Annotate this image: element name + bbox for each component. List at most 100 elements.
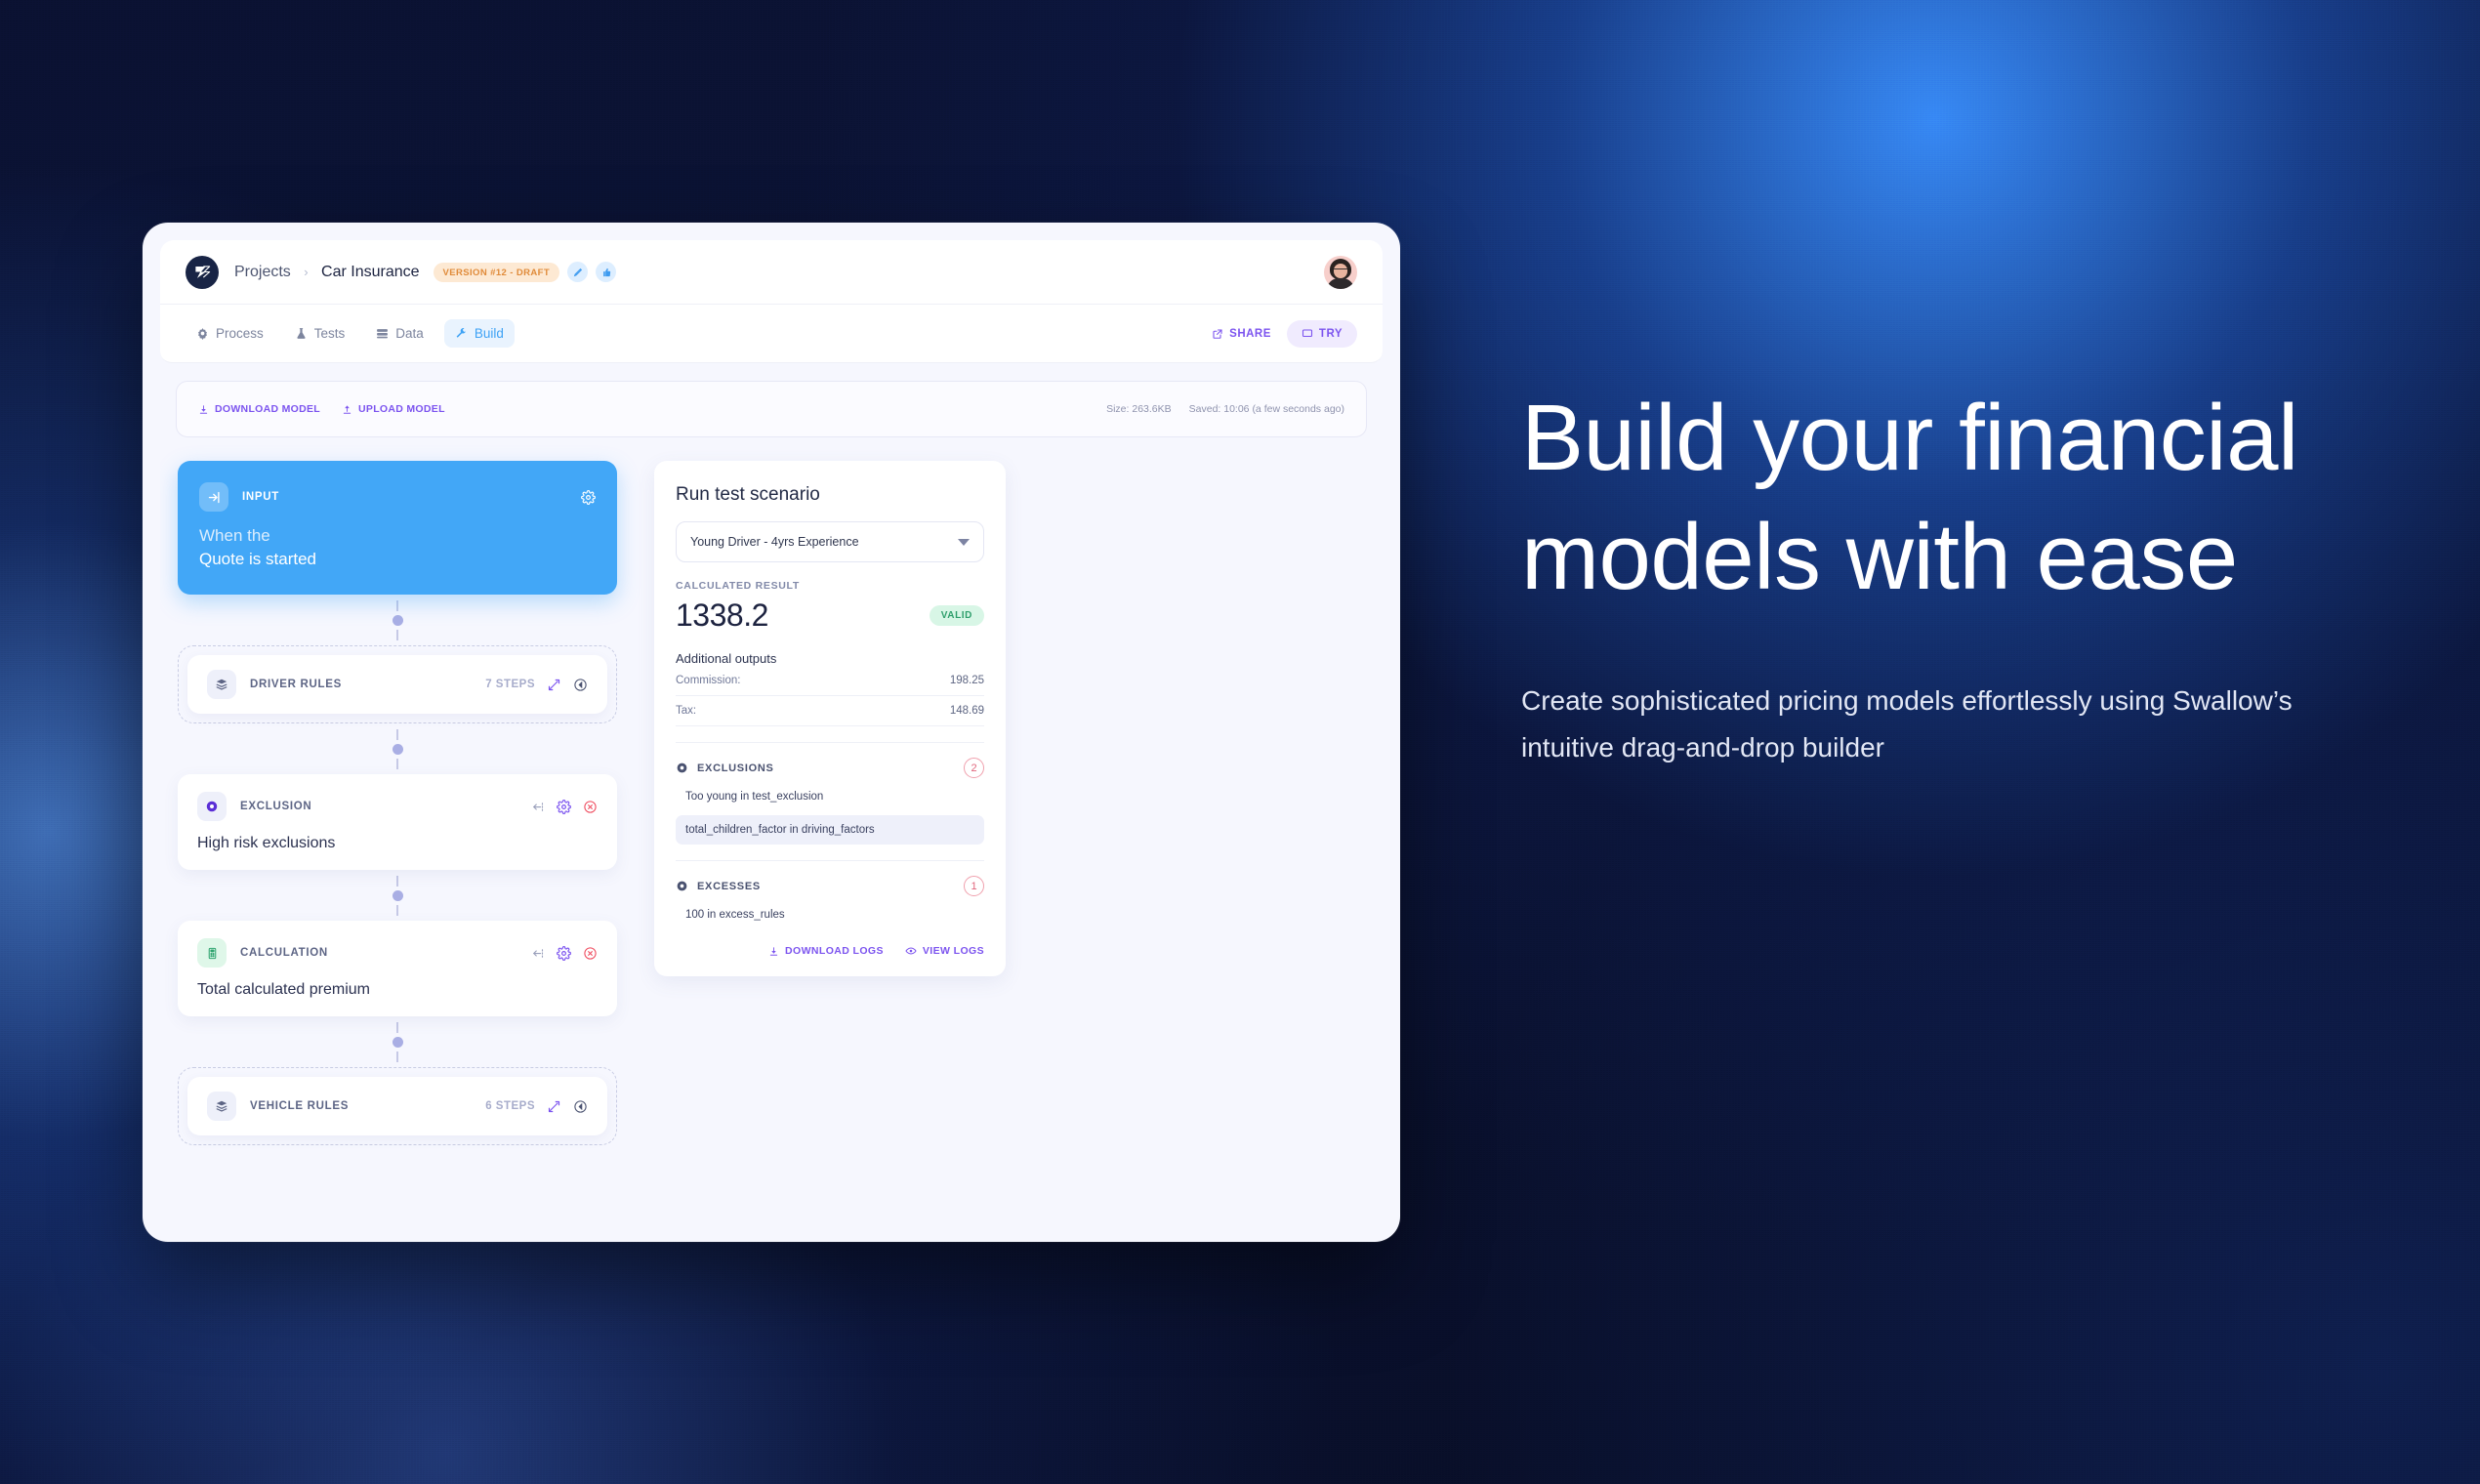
download-model-button[interactable]: DOWNLOAD MODEL [198, 403, 320, 415]
tab-data-label: Data [395, 326, 424, 341]
arrow-left-dotted-icon[interactable] [530, 800, 545, 814]
arrow-left-dotted-icon[interactable] [530, 946, 545, 961]
node-vehicle-rules-steps: 6 STEPS [485, 1100, 535, 1112]
version-badge: VERSION #12 - DRAFT [433, 262, 560, 282]
flow-column: INPUT When the Quote is started DRIVER R… [178, 461, 617, 1145]
output-key: Commission: [676, 675, 741, 686]
calculated-result-value: 1338.2 [676, 598, 768, 633]
upload-model-label: UPLOAD MODEL [358, 403, 445, 415]
tab-build-label: Build [474, 326, 504, 341]
exclusion-dot-icon [676, 880, 688, 892]
try-label: TRY [1318, 327, 1343, 340]
output-row: Tax: 148.69 [676, 696, 984, 726]
subtext: Create sophisticated pricing models effo… [1521, 684, 2293, 763]
excess-item[interactable]: 100 in excess_rules [676, 900, 984, 929]
collapse-left-icon[interactable] [573, 1099, 588, 1114]
exclusion-dot-icon [676, 762, 688, 774]
status-badge: VALID [929, 605, 984, 626]
upload-icon [342, 404, 352, 415]
panel-title: Run test scenario [676, 484, 820, 505]
app-window: Projects › Car Insurance VERSION #12 - D… [143, 223, 1400, 1242]
output-row: Commission: 198.25 [676, 666, 984, 696]
node-calculation-title: Total calculated premium [197, 981, 370, 998]
node-calculation-kind: CALCULATION [240, 947, 328, 959]
breadcrumb-separator: › [304, 264, 309, 279]
remove-circle-icon[interactable] [583, 800, 598, 814]
download-icon [768, 946, 779, 957]
remove-circle-icon[interactable] [583, 946, 598, 961]
breadcrumb-current[interactable]: Car Insurance [321, 264, 420, 280]
node-driver-rules-steps: 7 STEPS [485, 679, 535, 690]
output-key: Tax: [676, 705, 697, 717]
model-size: Size: 263.6KB [1106, 403, 1172, 415]
chevron-down-icon [958, 538, 970, 546]
avatar[interactable] [1324, 255, 1357, 289]
group-vehicle-rules: VEHICLE RULES 6 STEPS [178, 1067, 617, 1145]
flow-connector [178, 723, 617, 774]
node-vehicle-rules[interactable]: VEHICLE RULES 6 STEPS [187, 1077, 607, 1135]
excesses-count: 1 [964, 876, 984, 896]
scenario-select[interactable]: Young Driver - 4yrs Experience [676, 521, 984, 562]
flask-icon [295, 327, 308, 340]
thumbs-up-icon[interactable] [596, 262, 617, 282]
excesses-title: EXCESSES [697, 880, 761, 892]
node-input-title: Quote is started [199, 550, 317, 568]
app-topbar: Projects › Car Insurance VERSION #12 - D… [160, 240, 1383, 305]
node-exclusion-kind: EXCLUSION [240, 801, 312, 812]
share-button[interactable]: SHARE [1212, 328, 1271, 340]
node-calculation[interactable]: CALCULATION Total calculated premium [178, 921, 617, 1016]
node-exclusion[interactable]: EXCLUSION High risk exclusions [178, 774, 617, 870]
edit-square-icon[interactable] [547, 678, 561, 692]
login-arrow-icon [199, 482, 228, 512]
eye-icon [905, 945, 917, 957]
tab-tests[interactable]: Tests [284, 319, 356, 348]
node-vehicle-rules-kind: VEHICLE RULES [250, 1100, 350, 1112]
swallow-logo-icon[interactable] [186, 255, 219, 289]
flow-connector [178, 1016, 617, 1067]
view-logs-button[interactable]: VIEW LOGS [905, 945, 984, 957]
board: INPUT When the Quote is started DRIVER R… [160, 461, 1383, 1145]
tab-data[interactable]: Data [365, 319, 434, 348]
build-canvas: DOWNLOAD MODEL UPLOAD MODEL Size: 263.6K… [160, 363, 1383, 1224]
node-exclusion-title: High risk exclusions [197, 835, 336, 851]
gear-icon[interactable] [581, 489, 596, 505]
panel-footer: DOWNLOAD LOGS VIEW LOGS [676, 945, 984, 957]
tab-tests-label: Tests [313, 326, 346, 341]
download-logs-button[interactable]: DOWNLOAD LOGS [768, 945, 884, 957]
tab-process[interactable]: Process [186, 319, 274, 348]
exclusions-section: EXCLUSIONS 2 Too young in test_exclusion… [676, 742, 984, 845]
node-driver-rules-kind: DRIVER RULES [250, 679, 343, 690]
node-driver-rules[interactable]: DRIVER RULES 7 STEPS [187, 655, 607, 714]
exclusion-item[interactable]: Too young in test_exclusion [676, 782, 984, 811]
gear-icon[interactable] [557, 799, 571, 814]
exclusions-count: 2 [964, 758, 984, 778]
wrench-icon [455, 327, 468, 340]
database-icon [376, 327, 389, 340]
edit-square-icon[interactable] [547, 1099, 561, 1114]
tab-build[interactable]: Build [443, 319, 515, 348]
node-input[interactable]: INPUT When the Quote is started [178, 461, 617, 595]
breadcrumb-root[interactable]: Projects [234, 264, 291, 280]
exclusion-dot-icon [197, 792, 227, 821]
upload-model-button[interactable]: UPLOAD MODEL [342, 403, 445, 415]
pencil-icon[interactable] [567, 262, 589, 282]
calculated-result-label: CALCULATED RESULT [676, 580, 801, 592]
download-model-label: DOWNLOAD MODEL [215, 403, 321, 415]
calculator-icon [197, 938, 227, 968]
external-link-icon [1212, 328, 1223, 340]
try-button[interactable]: TRY [1286, 319, 1357, 348]
exclusions-title: EXCLUSIONS [697, 762, 774, 774]
tab-process-label: Process [216, 326, 264, 341]
collapse-left-icon[interactable] [573, 678, 588, 692]
exclusion-item[interactable]: total_children_factor in driving_factors [676, 815, 984, 845]
view-logs-label: VIEW LOGS [922, 945, 984, 957]
download-icon [198, 404, 209, 415]
additional-outputs-title: Additional outputs [676, 651, 777, 666]
model-file-bar: DOWNLOAD MODEL UPLOAD MODEL Size: 263.6K… [176, 381, 1367, 437]
monitor-icon [1302, 328, 1313, 340]
excesses-section: EXCESSES 1 100 in excess_rules [676, 860, 984, 929]
share-label: SHARE [1229, 327, 1271, 340]
stack-icon [207, 670, 236, 699]
gear-icon[interactable] [557, 945, 571, 961]
breadcrumb: Projects › Car Insurance [234, 264, 420, 281]
